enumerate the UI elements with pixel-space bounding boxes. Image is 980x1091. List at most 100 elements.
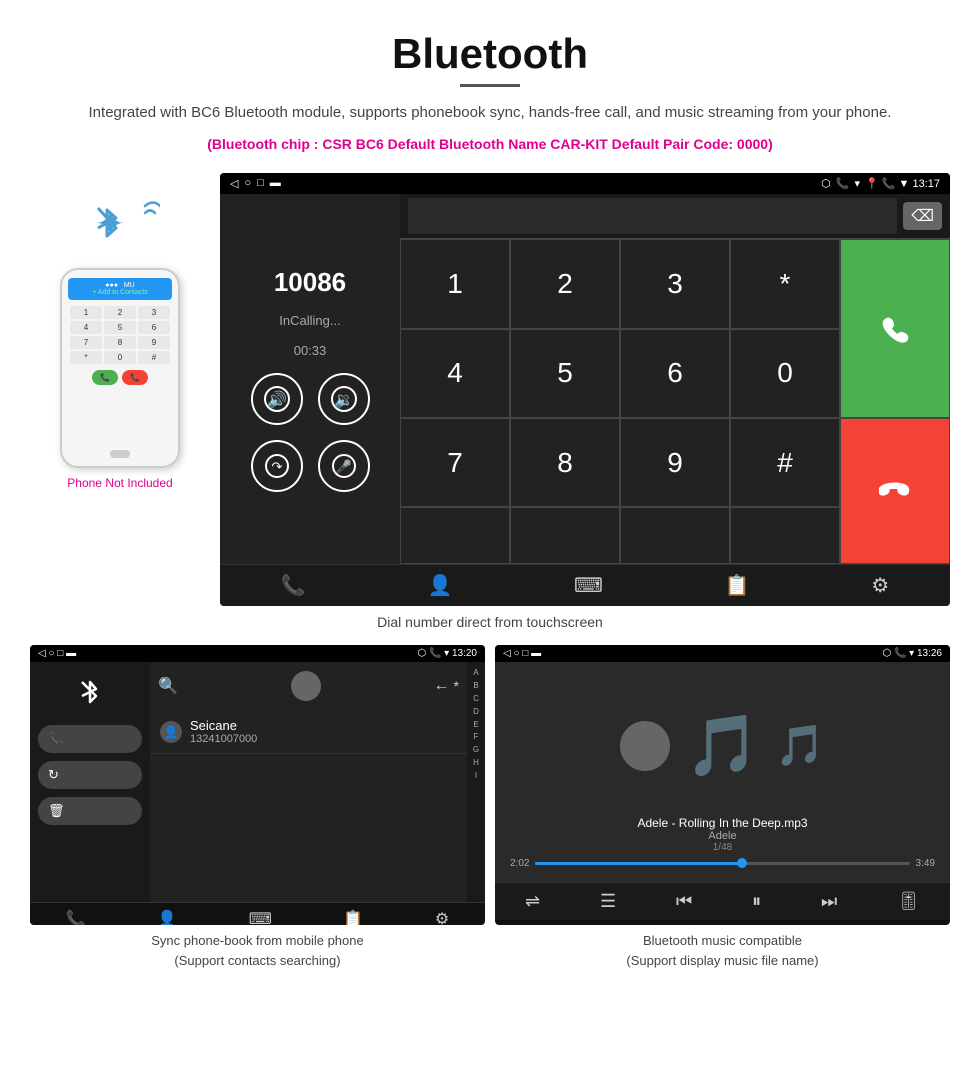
mus-eq-icon[interactable]: 🎚 (897, 891, 920, 912)
pb-alpha-e[interactable]: E (473, 719, 478, 732)
mus-time-current: 2:02 (510, 858, 529, 869)
mus-gray-circle (620, 721, 670, 771)
mus-status-left: ◁ ○ □ ▬ (503, 648, 541, 659)
pb-status-right: ⬡ 📞 ▾ 13:20 (417, 648, 477, 659)
nav-keypad-icon[interactable]: ⌨ (574, 573, 603, 598)
music-caption-line1: Bluetooth music compatible (643, 933, 802, 948)
mus-progress-dot (737, 858, 747, 868)
mus-main-area: 🎵 🎵 Adele - Rolling In the Deep.mp3 Adel… (495, 662, 950, 882)
nav-log-icon[interactable]: 📋 (725, 573, 750, 598)
mus-play-pause-icon[interactable]: ⏸ (752, 891, 761, 912)
pb-gray-circle (291, 671, 321, 701)
pb-alpha-c[interactable]: C (473, 693, 479, 706)
car-dialer-number: 10086 (274, 267, 346, 298)
nav-contacts-icon[interactable]: 👤 (427, 573, 452, 598)
pb-alpha-b[interactable]: B (473, 680, 478, 693)
phonebook-caption: Sync phone-book from mobile phone (Suppo… (30, 925, 485, 976)
phonebook-block: ◁ ○ □ ▬ ⬡ 📞 ▾ 13:20 📞 ↻ (30, 645, 485, 976)
pb-alpha-h[interactable]: H (473, 757, 479, 770)
main-caption: Dial number direct from touchscreen (0, 606, 980, 645)
pb-sync-icon: ↻ (48, 767, 59, 783)
music-caption: Bluetooth music compatible (Support disp… (495, 925, 950, 976)
header-specs: (Bluetooth chip : CSR BC6 Default Blueto… (40, 133, 940, 155)
mus-progress-area: 2:02 3:49 (505, 858, 940, 869)
pb-nav-log[interactable]: 📋 (343, 909, 363, 925)
mus-note-large-icon: 🎵 (685, 710, 760, 781)
pb-alpha-a[interactable]: A (473, 667, 478, 680)
pb-bluetooth-icon (38, 674, 142, 717)
pb-delete-button[interactable]: 🗑 (38, 797, 142, 825)
bottom-screens-area: ◁ ○ □ ▬ ⬡ 📞 ▾ 13:20 📞 ↻ (0, 645, 980, 996)
mus-track-info: Adele - Rolling In the Deep.mp3 Adele 1/… (637, 816, 807, 853)
pb-nav-settings[interactable]: ⚙ (435, 909, 449, 925)
dialkey-4[interactable]: 4 (400, 329, 510, 418)
car-volume-buttons: 🔊 🔉 (251, 373, 370, 425)
dialkey-2[interactable]: 2 (510, 239, 620, 328)
volume-down-button[interactable]: 🔉 (318, 373, 370, 425)
phone-not-included-label: Phone Not Included (67, 476, 172, 490)
mus-list-icon[interactable]: ☰ (600, 891, 616, 912)
mus-shuffle-icon[interactable]: ⇌ (525, 891, 540, 912)
music-block: ◁ ○ □ ▬ ⬡ 📞 ▾ 13:26 🎵 🎵 Adele - Rolling … (495, 645, 950, 976)
call-accept-button[interactable] (840, 239, 950, 418)
dialkey-hash[interactable]: # (730, 418, 840, 507)
pb-bottom-nav: 📞 👤 ⌨ 📋 ⚙ (30, 902, 485, 925)
phonebook-screen: ◁ ○ □ ▬ ⬡ 📞 ▾ 13:20 📞 ↻ (30, 645, 485, 925)
volume-up-button[interactable]: 🔊 (251, 373, 303, 425)
location-icon: ⬡ (821, 177, 831, 190)
car-status-left: ◁ ○ □ ▬ (230, 177, 281, 190)
pb-contact-entry[interactable]: 👤 Seicane 13241007000 (150, 710, 467, 754)
pb-delete-icon: 🗑 (48, 803, 65, 819)
phone-home-button (110, 450, 130, 458)
pb-alpha-i[interactable]: I (475, 770, 477, 783)
nav-call-icon[interactable]: 📞 (281, 573, 306, 598)
transfer-button[interactable]: ↷ (251, 440, 303, 492)
dialkey-9[interactable]: 9 (620, 418, 730, 507)
pb-sync-button[interactable]: ↻ (38, 761, 142, 789)
car-bottom-nav-main: 📞 👤 ⌨ 📋 ⚙ (220, 564, 950, 606)
nav-settings-icon[interactable]: ⚙ (871, 573, 889, 598)
pb-alpha-d[interactable]: D (473, 706, 479, 719)
dialkey-7[interactable]: 7 (400, 418, 510, 507)
wifi-waves-icon (120, 193, 160, 240)
pb-alpha-g[interactable]: G (473, 744, 479, 757)
car-dialer-left-panel: 10086 InCalling... 00:33 🔊 🔉 (220, 194, 400, 564)
pb-contact-number: 13241007000 (190, 733, 257, 745)
mus-next-icon[interactable]: ⏭ (821, 891, 837, 912)
pb-call-button[interactable]: 📞 (38, 725, 142, 753)
dialkey-3[interactable]: 3 (620, 239, 730, 328)
call-end-button[interactable] (840, 418, 950, 565)
mus-track-number: 1/48 (637, 842, 807, 853)
car-dialer-area: 10086 InCalling... 00:33 🔊 🔉 (220, 194, 950, 564)
mus-prev-icon[interactable]: ⏮ (676, 891, 692, 912)
dialkey-0[interactable]: 0 (730, 329, 840, 418)
car-statusbar-main: ◁ ○ □ ▬ ⬡ 📞 ▾ 📍 📞 ▼ 13:17 (220, 173, 950, 194)
pb-main-area: 📞 ↻ 🗑 🔍 ← * (30, 662, 485, 902)
pb-contact-avatar: 👤 (160, 721, 182, 743)
mus-progress-bar[interactable] (535, 862, 909, 865)
svg-text:↷: ↷ (271, 459, 282, 474)
phonebook-caption-line2: (Support contacts searching) (174, 953, 340, 968)
dialkey-empty1 (400, 507, 510, 564)
mus-bottom-controls: ⇌ ☰ ⏮ ⏸ ⏭ 🎚 (495, 882, 950, 920)
dialkey-star[interactable]: * (730, 239, 840, 328)
dialkey-1[interactable]: 1 (400, 239, 510, 328)
mic-button[interactable]: 🎤 (318, 440, 370, 492)
pb-back-arrow[interactable]: ← (434, 677, 450, 695)
mus-album-art: 🎵 🎵 (505, 676, 940, 816)
phone-dialpad: 123 456 789 *0# (68, 304, 172, 366)
notification-icon: ▬ (270, 177, 281, 190)
pb-nav-contacts[interactable]: 👤 (157, 909, 177, 925)
dialkey-6[interactable]: 6 (620, 329, 730, 418)
car-keypad: 1 2 3 * 4 5 6 0 7 8 9 # (400, 239, 950, 564)
dialkey-8[interactable]: 8 (510, 418, 620, 507)
pb-alpha-f[interactable]: F (474, 731, 479, 744)
title-divider (460, 84, 520, 87)
backspace-button[interactable]: ⌫ (903, 202, 942, 230)
phone-top-bar: ●●● MU + Add to Contacts (68, 278, 172, 300)
dialer-input[interactable] (408, 198, 897, 234)
pb-nav-call[interactable]: 📞 (66, 909, 86, 925)
pb-nav-keypad[interactable]: ⌨ (249, 909, 272, 925)
car-status-right: ⬡ 📞 ▾ 📍 📞 ▼ 13:17 (821, 177, 940, 190)
dialkey-5[interactable]: 5 (510, 329, 620, 418)
